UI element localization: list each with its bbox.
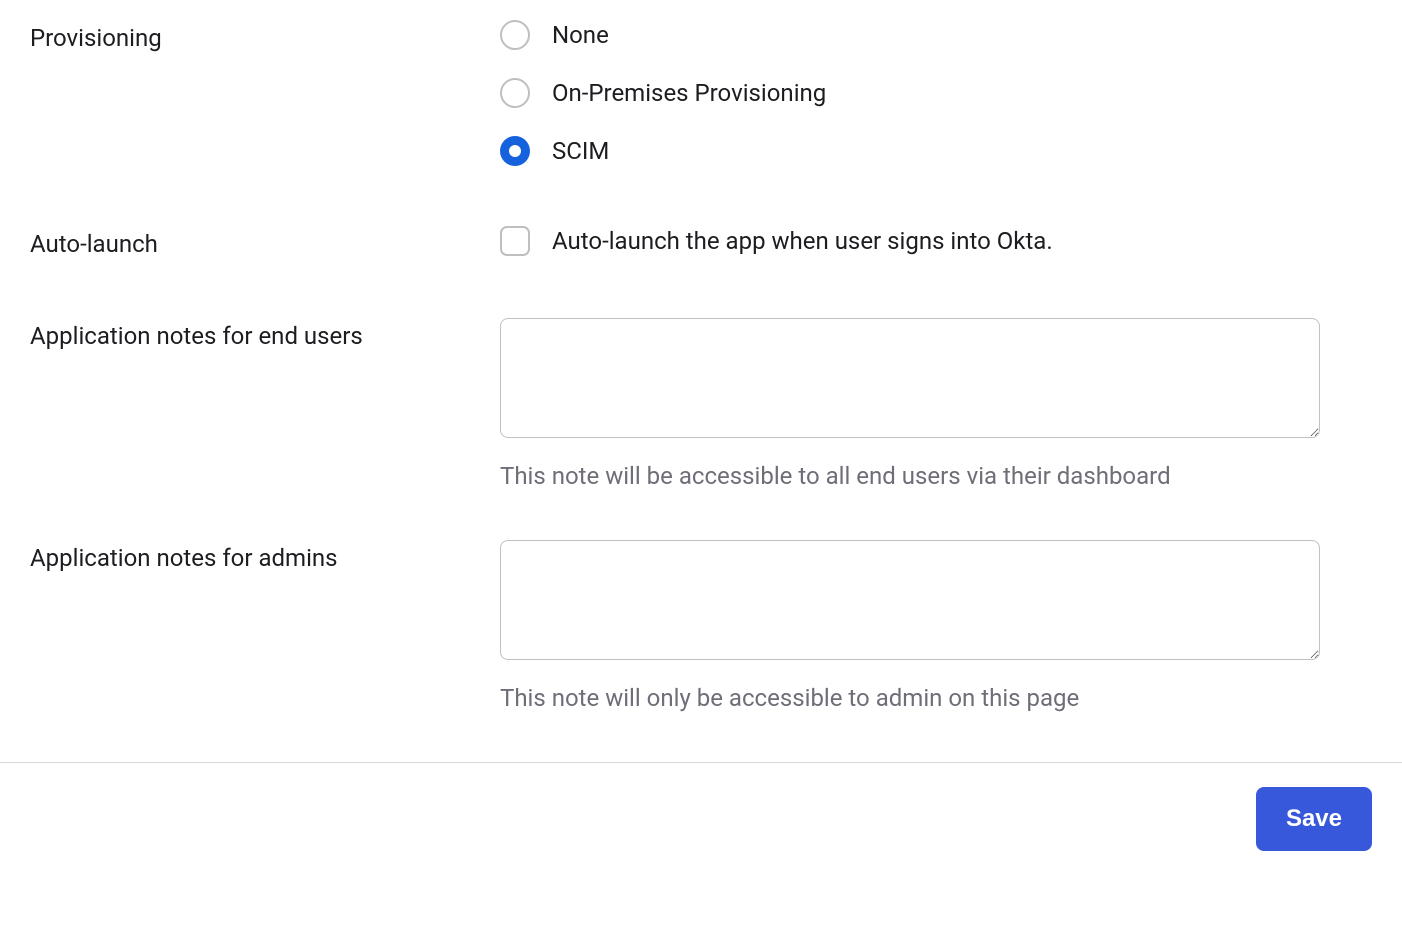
save-button[interactable]: Save — [1256, 787, 1372, 851]
radio-icon — [500, 20, 530, 50]
provisioning-option-label: On-Premises Provisioning — [552, 79, 826, 107]
auto-launch-label: Auto-launch — [30, 226, 500, 258]
checkbox-icon — [500, 226, 530, 256]
end-user-notes-helper: This note will be accessible to all end … — [500, 462, 1372, 490]
end-user-notes-label: Application notes for end users — [30, 318, 500, 350]
end-user-notes-control: This note will be accessible to all end … — [500, 318, 1372, 490]
radio-icon — [500, 78, 530, 108]
provisioning-row: Provisioning None On-Premises Provisioni… — [30, 20, 1372, 166]
admin-notes-control: This note will only be accessible to adm… — [500, 540, 1372, 712]
admin-notes-helper: This note will only be accessible to adm… — [500, 684, 1372, 712]
provisioning-radio-scim[interactable]: SCIM — [500, 136, 1372, 166]
settings-form: Provisioning None On-Premises Provisioni… — [0, 0, 1402, 712]
provisioning-radio-on-premises[interactable]: On-Premises Provisioning — [500, 78, 1372, 108]
end-user-notes-row: Application notes for end users This not… — [30, 318, 1372, 490]
provisioning-option-label: None — [552, 21, 609, 49]
auto-launch-checkbox-label: Auto-launch the app when user signs into… — [552, 227, 1053, 255]
admin-notes-label: Application notes for admins — [30, 540, 500, 572]
auto-launch-row: Auto-launch Auto-launch the app when use… — [30, 226, 1372, 258]
form-footer: Save — [0, 763, 1402, 881]
provisioning-radio-none[interactable]: None — [500, 20, 1372, 50]
provisioning-option-label: SCIM — [552, 137, 609, 165]
admin-notes-textarea[interactable] — [500, 540, 1320, 660]
provisioning-radio-group: None On-Premises Provisioning SCIM — [500, 20, 1372, 166]
auto-launch-control: Auto-launch the app when user signs into… — [500, 226, 1372, 256]
auto-launch-checkbox[interactable]: Auto-launch the app when user signs into… — [500, 226, 1372, 256]
provisioning-label: Provisioning — [30, 20, 500, 52]
end-user-notes-textarea[interactable] — [500, 318, 1320, 438]
provisioning-control: None On-Premises Provisioning SCIM — [500, 20, 1372, 166]
radio-icon-selected — [500, 136, 530, 166]
admin-notes-row: Application notes for admins This note w… — [30, 540, 1372, 712]
